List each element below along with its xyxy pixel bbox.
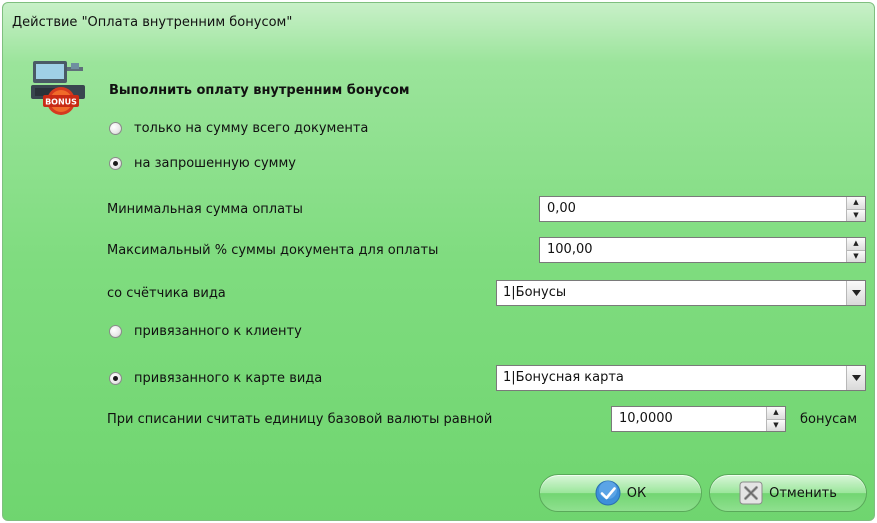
max-percent-value[interactable]: 100,00 — [540, 238, 846, 262]
check-icon — [595, 480, 621, 506]
max-percent-spinner[interactable]: 100,00 ▲ ▼ — [539, 237, 866, 263]
radio-bound-to-card[interactable]: привязанного к карте вида — [109, 371, 322, 386]
radio-requested-amount-label: на запрошенную сумму — [134, 156, 296, 171]
spin-up-icon[interactable]: ▲ — [767, 407, 785, 420]
radio-circle[interactable] — [109, 325, 122, 338]
chevron-down-icon[interactable] — [846, 366, 865, 390]
rate-label: При списании считать единицу базовой вал… — [107, 412, 493, 427]
ok-button-label: ОК — [626, 485, 647, 501]
radio-bound-to-card-label: привязанного к карте вида — [134, 371, 323, 386]
spin-down-icon[interactable]: ▼ — [847, 209, 865, 221]
cancel-button-label: Отменить — [769, 485, 837, 501]
rate-spinner[interactable]: 10,0000 ▲ ▼ — [611, 406, 786, 432]
radio-bound-to-client[interactable]: привязанного к клиенту — [109, 324, 302, 339]
close-icon — [739, 481, 763, 505]
spin-up-icon[interactable]: ▲ — [847, 238, 865, 251]
section-heading: Выполнить оплату внутренним бонусом — [109, 83, 410, 98]
spin-down-icon[interactable]: ▼ — [767, 419, 785, 431]
min-amount-label: Минимальная сумма оплаты — [107, 202, 303, 217]
radio-full-document[interactable]: только на сумму всего документа — [109, 121, 368, 136]
spin-up-icon[interactable]: ▲ — [847, 197, 865, 210]
rate-unit: бонусам — [800, 412, 858, 427]
max-percent-label: Максимальный % суммы документа для оплат… — [107, 243, 439, 258]
counter-type-value[interactable]: 1|Бонусы — [497, 281, 846, 305]
ok-button[interactable]: ОК — [539, 474, 702, 512]
radio-requested-amount[interactable]: на запрошенную сумму — [109, 156, 296, 171]
counter-type-label: со счётчика вида — [107, 286, 226, 301]
radio-bound-to-client-label: привязанного к клиенту — [134, 324, 302, 339]
chevron-down-icon[interactable] — [846, 281, 865, 305]
radio-circle-checked[interactable] — [109, 372, 122, 385]
min-amount-value[interactable]: 0,00 — [540, 197, 846, 221]
pos-bonus-icon: BONUS — [31, 61, 85, 115]
radio-circle[interactable] — [109, 122, 122, 135]
dialog-window: Действие "Оплата внутренним бонусом" BON… — [2, 2, 875, 521]
radio-full-document-label: только на сумму всего документа — [134, 121, 369, 136]
min-amount-spinner[interactable]: 0,00 ▲ ▼ — [539, 196, 866, 222]
bonus-icon-text: BONUS — [45, 98, 77, 107]
card-type-value[interactable]: 1|Бонусная карта — [497, 366, 846, 390]
spin-down-icon[interactable]: ▼ — [847, 250, 865, 262]
counter-type-select[interactable]: 1|Бонусы — [496, 280, 866, 306]
window-title: Действие "Оплата внутренним бонусом" — [12, 15, 293, 30]
radio-circle-checked[interactable] — [109, 157, 122, 170]
cancel-button[interactable]: Отменить — [709, 474, 867, 512]
rate-value[interactable]: 10,0000 — [612, 407, 766, 431]
card-type-select[interactable]: 1|Бонусная карта — [496, 365, 866, 391]
